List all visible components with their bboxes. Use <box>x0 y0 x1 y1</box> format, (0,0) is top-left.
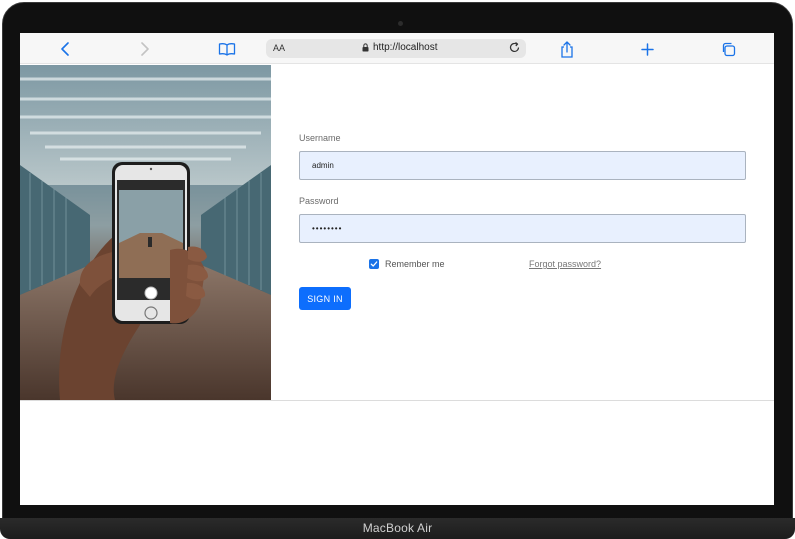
checkbox-checked-icon[interactable] <box>369 259 379 269</box>
browser-toolbar: AA http://localhost <box>20 33 774 64</box>
sign-in-button[interactable]: SIGN IN <box>299 287 351 310</box>
username-label: Username <box>299 133 341 143</box>
address-bar[interactable]: AA http://localhost <box>266 39 526 58</box>
laptop-base: MacBook Air <box>0 518 795 539</box>
url-text: http://localhost <box>373 42 438 53</box>
password-input[interactable]: •••••••• <box>299 214 746 243</box>
chevron-right-icon[interactable] <box>135 39 155 59</box>
password-label: Password <box>299 196 339 206</box>
share-icon[interactable] <box>557 39 577 59</box>
page-content: Username admin Password •••••••• Remembe… <box>20 65 774 505</box>
forgot-password-link[interactable]: Forgot password? <box>529 259 601 269</box>
book-icon[interactable] <box>217 39 237 59</box>
laptop-frame: AA http://localhost Username admin Passw… <box>0 0 795 539</box>
text-size-button[interactable]: AA <box>273 43 285 53</box>
reload-icon[interactable] <box>508 41 521 59</box>
tabs-icon[interactable] <box>718 39 738 59</box>
browser-window: AA http://localhost Username admin Passw… <box>20 33 774 505</box>
remember-me-label: Remember me <box>385 259 445 269</box>
hero-photo <box>20 65 271 400</box>
content-divider <box>20 400 774 401</box>
lock-icon <box>362 43 369 52</box>
model-label: MacBook Air <box>362 521 433 535</box>
remember-me-checkbox[interactable]: Remember me <box>369 259 445 269</box>
plus-icon[interactable] <box>637 39 657 59</box>
camera-dot <box>398 21 403 26</box>
username-input[interactable]: admin <box>299 151 746 180</box>
chevron-left-icon[interactable] <box>55 39 75 59</box>
